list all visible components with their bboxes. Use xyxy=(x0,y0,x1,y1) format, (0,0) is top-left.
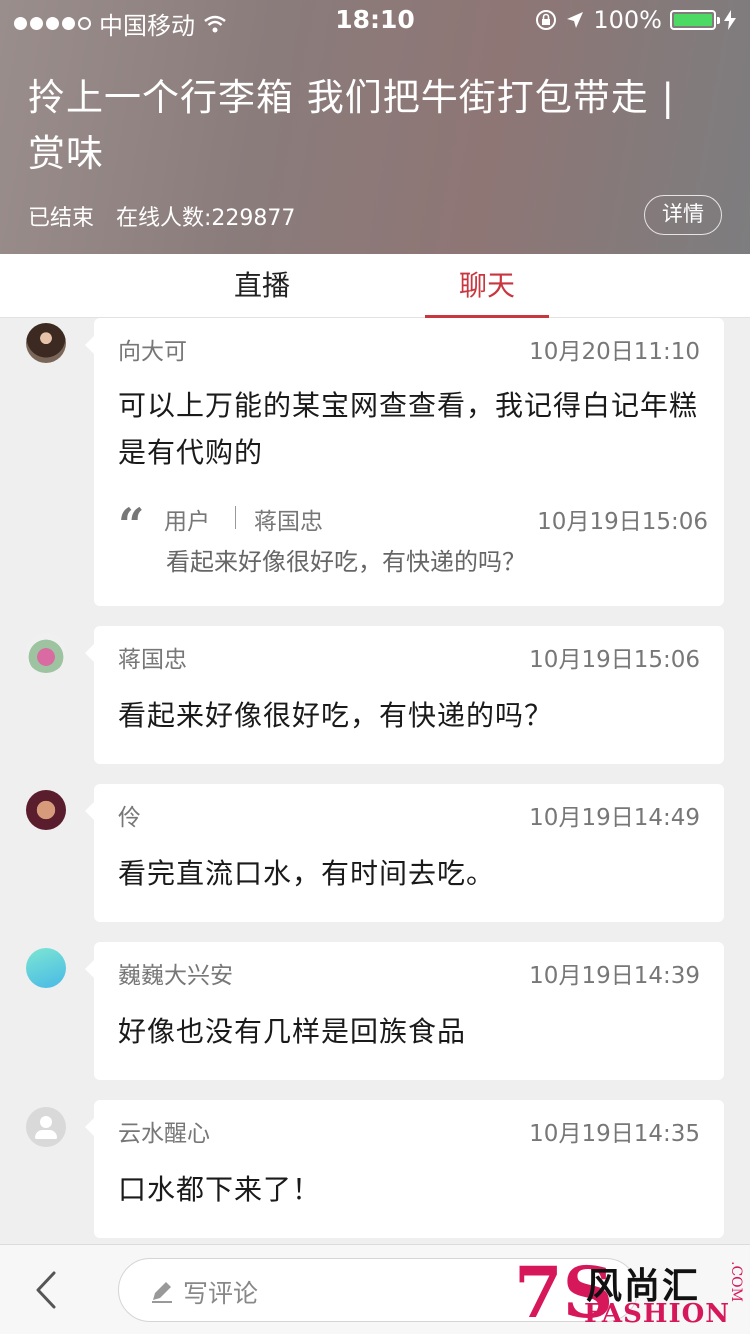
message-time: 10月19日15:06 xyxy=(529,647,700,673)
battery-percent: 100% xyxy=(593,6,662,34)
comment-placeholder: 写评论 xyxy=(183,1279,259,1308)
battery-icon xyxy=(670,10,720,30)
watermark-en: FASHION xyxy=(584,1299,731,1329)
message-author: 伶 xyxy=(118,805,141,831)
quote-label: 用户 xyxy=(164,509,210,535)
message-text: 口水都下来了！ xyxy=(118,1173,322,1206)
pen-icon xyxy=(152,1282,172,1303)
chat-message: 云水醒心 10月19日14:35 口水都下来了！ xyxy=(85,1100,724,1238)
online-count: 在线人数:229877 xyxy=(116,206,296,231)
message-text: 看起来好像很好吃，有快递的吗？ xyxy=(118,699,554,732)
live-header: 中国移动 18:10 100% 拎上一个行李箱 我们把牛街打包带走 | 赏味 已… xyxy=(0,0,750,254)
message-text: 可以上万能的某宝网查查看，我记得白记年糕是有代购的 xyxy=(118,389,699,469)
message-text: 好像也没有几样是回族食品 xyxy=(118,1015,467,1048)
quote-time: 10月19日15:06 xyxy=(537,509,708,535)
message-text: 看完直流口水，有时间去吃。 xyxy=(118,857,496,890)
status-bar: 中国移动 18:10 100% xyxy=(0,0,750,40)
back-icon[interactable] xyxy=(28,1267,68,1313)
quote-divider xyxy=(235,506,236,529)
chat-message: 蒋国忠 10月19日15:06 看起来好像很好吃，有快递的吗？ xyxy=(85,626,724,764)
live-status: 已结束 xyxy=(28,206,95,231)
quoted-message: “ 用户 蒋国忠 10月19日15:06 看起来好像很好吃，有快递的吗？ xyxy=(118,502,708,582)
chat-message: 巍巍大兴安 10月19日14:39 好像也没有几样是回族食品 xyxy=(85,942,724,1080)
tab-chat[interactable]: 聊天 xyxy=(425,254,549,318)
detail-button[interactable]: 详情 xyxy=(644,195,722,235)
avatar[interactable] xyxy=(26,790,66,830)
watermark-com: .COM xyxy=(728,1261,744,1302)
avatar[interactable] xyxy=(26,633,66,673)
tab-live[interactable]: 直播 xyxy=(200,254,324,318)
quote-text: 看起来好像很好吃，有快递的吗？ xyxy=(166,548,526,576)
quote-icon: “ xyxy=(118,498,145,552)
avatar[interactable] xyxy=(26,1107,66,1147)
chat-message: 向大可 10月20日11:10 可以上万能的某宝网查查看，我记得白记年糕是有代购… xyxy=(85,318,724,606)
location-icon xyxy=(567,12,584,28)
message-author: 蒋国忠 xyxy=(118,647,187,673)
message-author: 巍巍大兴安 xyxy=(118,963,233,989)
rotation-lock-icon xyxy=(536,10,557,30)
avatar[interactable] xyxy=(26,323,66,363)
fashion-watermark-logo: 7S 风尚汇 FASHION .COM xyxy=(514,1255,744,1331)
message-author: 云水醒心 xyxy=(118,1121,210,1147)
chat-message: 伶 10月19日14:49 看完直流口水，有时间去吃。 xyxy=(85,784,724,922)
quote-author: 蒋国忠 xyxy=(254,509,323,535)
message-time: 10月19日14:39 xyxy=(529,963,700,989)
live-title: 拎上一个行李箱 我们把牛街打包带走 | 赏味 xyxy=(28,76,675,175)
message-time: 10月19日14:35 xyxy=(529,1121,700,1147)
bottom-bar: 写评论 7S 风尚汇 FASHION .COM xyxy=(0,1244,750,1334)
message-time: 10月19日14:49 xyxy=(529,805,700,831)
avatar[interactable] xyxy=(26,948,66,988)
charging-icon xyxy=(724,10,736,30)
tab-bar: 直播 聊天 xyxy=(0,254,750,318)
message-author: 向大可 xyxy=(118,339,187,365)
message-time: 10月20日11:10 xyxy=(529,339,700,365)
